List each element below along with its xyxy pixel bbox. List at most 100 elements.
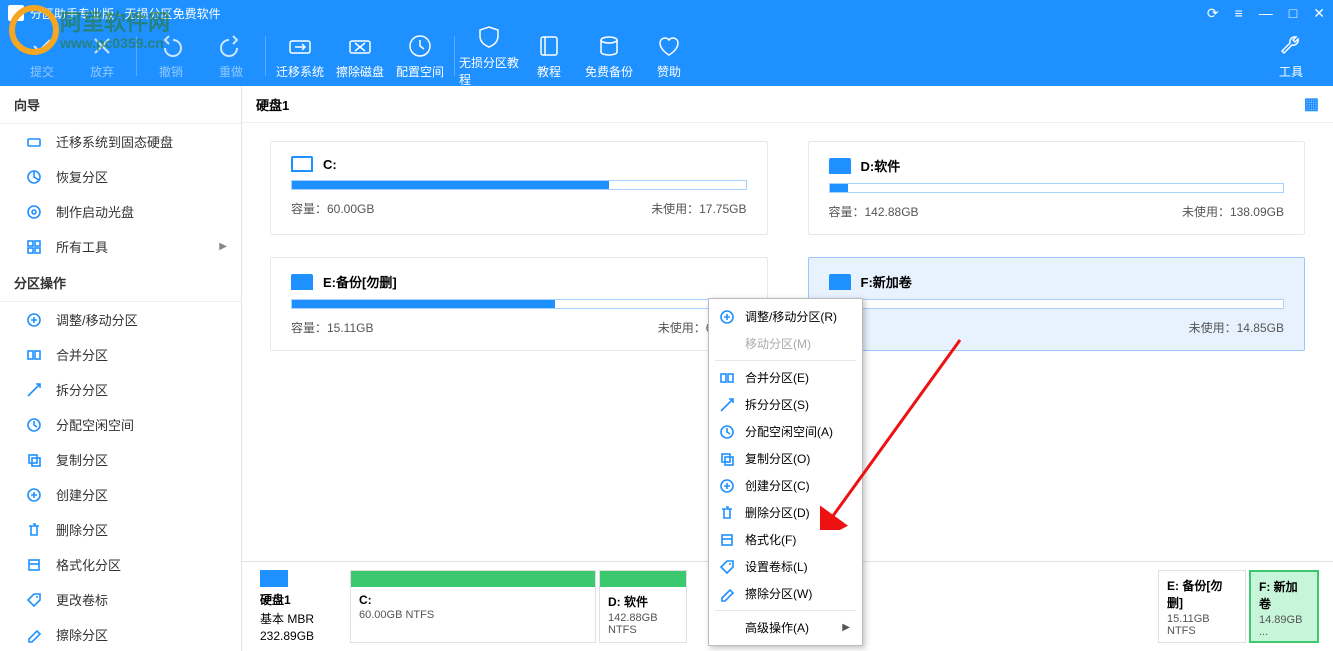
menu-item-1: 移动分区(M) [709, 330, 862, 357]
wipe-button[interactable]: 擦除磁盘 [330, 27, 390, 85]
partition-card-0[interactable]: C:容量：60.00GB未使用：17.75GB [270, 141, 768, 235]
tag-icon [26, 592, 42, 608]
tools-button[interactable]: 工具 [1261, 27, 1321, 85]
format-icon [26, 557, 42, 573]
partition-card-2[interactable]: E:备份[勿删]容量：15.11GB未使用：6.34GB [270, 257, 768, 351]
commit-button[interactable]: 提交 [12, 27, 72, 85]
erase-icon [26, 627, 42, 643]
bottom-disk-info: 硬盘1 基本 MBR 232.89GB [256, 570, 346, 643]
app-icon [8, 5, 24, 21]
discard-button[interactable]: 放弃 [72, 27, 132, 85]
menu-item-5[interactable]: 分配空闲空间(A) [709, 418, 862, 445]
window-title: 分区助手专业版 - 无损分区免费软件 [30, 5, 221, 22]
disk-icon [260, 570, 288, 587]
erase-icon [719, 586, 735, 602]
wrench-icon [1278, 33, 1304, 59]
tutorial-button[interactable]: 无损分区教程 [459, 27, 519, 85]
grid-icon [26, 239, 42, 255]
op-item-5[interactable]: 创建分区 [0, 477, 241, 512]
menu-item-10[interactable]: 设置卷标(L) [709, 553, 862, 580]
menu-item-0[interactable]: 调整/移动分区(R) [709, 303, 862, 330]
usage-bar [291, 180, 747, 190]
split-icon [719, 397, 735, 413]
check-icon [29, 33, 55, 59]
merge-icon [719, 370, 735, 386]
menu-item-13[interactable]: 高级操作(A)▶ [709, 614, 862, 641]
copy-icon [719, 451, 735, 467]
x-icon [89, 33, 115, 59]
undo-button[interactable]: 撤销 [141, 27, 201, 85]
menu-item-8[interactable]: 删除分区(D) [709, 499, 862, 526]
allocate-button[interactable]: 配置空间 [390, 27, 450, 85]
create-icon [719, 478, 735, 494]
wizard-item-1[interactable]: 恢复分区 [0, 159, 241, 194]
menu-icon[interactable]: ≡ [1235, 5, 1243, 22]
disc-icon [26, 204, 42, 220]
bottom-part-1[interactable]: D: 软件142.88GB NTFS [599, 570, 687, 643]
drive-icon [829, 274, 851, 290]
split-icon [26, 382, 42, 398]
op-item-8[interactable]: 更改卷标 [0, 582, 241, 617]
undo-icon [158, 33, 184, 59]
partition-card-3[interactable]: F:新加卷容量：未使用：14.85GB [808, 257, 1306, 351]
close-icon[interactable]: ✕ [1313, 5, 1325, 22]
trash-icon [26, 522, 42, 538]
heart-icon [656, 33, 682, 59]
bottom-part-2[interactable]: E: 备份[勿删]15.11GB NTFS [1158, 570, 1246, 643]
bottom-part-0[interactable]: C:60.00GB NTFS [350, 570, 596, 643]
menu-item-9[interactable]: 格式化(F) [709, 526, 862, 553]
usage-bar [829, 183, 1285, 193]
ssd-icon [26, 134, 42, 150]
blank-icon [719, 336, 735, 352]
usage-bar [291, 299, 747, 309]
titlebar: 分区助手专业版 - 无损分区免费软件 ⟳ ≡ — □ ✕ [0, 0, 1333, 26]
backup-button[interactable]: 免费备份 [579, 27, 639, 85]
wipe-icon [347, 33, 373, 59]
partition-card-1[interactable]: D:软件容量：142.88GB未使用：138.09GB [808, 141, 1306, 235]
wizard-item-0[interactable]: 迁移系统到固态硬盘 [0, 124, 241, 159]
database-icon [596, 33, 622, 59]
disk-label: 硬盘1 [256, 95, 289, 114]
menu-item-3[interactable]: 合并分区(E) [709, 364, 862, 391]
wizard-item-3[interactable]: 所有工具▶ [0, 229, 241, 264]
sponsor-button[interactable]: 赞助 [639, 27, 699, 85]
op-item-7[interactable]: 格式化分区 [0, 547, 241, 582]
minimize-icon[interactable]: — [1259, 5, 1273, 22]
op-item-2[interactable]: 拆分分区 [0, 372, 241, 407]
redo-button[interactable]: 重做 [201, 27, 261, 85]
bottom-part-3[interactable]: F: 新加卷14.89GB ... [1249, 570, 1319, 643]
pie-icon [26, 169, 42, 185]
ops-head: 分区操作 [0, 264, 241, 302]
maximize-icon[interactable]: □ [1289, 5, 1297, 22]
wizard-item-2[interactable]: 制作启动光盘 [0, 194, 241, 229]
op-item-6[interactable]: 删除分区 [0, 512, 241, 547]
menu-item-4[interactable]: 拆分分区(S) [709, 391, 862, 418]
copy-icon [26, 452, 42, 468]
refresh-icon[interactable]: ⟳ [1207, 5, 1219, 22]
redo-icon [218, 33, 244, 59]
toolbar: 提交 放弃 撤销 重做 迁移系统 擦除磁盘 配置空间 无损分区教程 教程 免费备… [0, 26, 1333, 86]
op-item-3[interactable]: 分配空闲空间 [0, 407, 241, 442]
chevron-right-icon: ▶ [219, 241, 227, 252]
menu-item-7[interactable]: 创建分区(C) [709, 472, 862, 499]
format-icon [719, 532, 735, 548]
clock-icon [407, 33, 433, 59]
wizard-head: 向导 [0, 86, 241, 124]
trash-icon [719, 505, 735, 521]
op-item-9[interactable]: 擦除分区 [0, 617, 241, 651]
op-item-4[interactable]: 复制分区 [0, 442, 241, 477]
book-icon [536, 33, 562, 59]
clock-icon [26, 417, 42, 433]
migrate-icon [287, 33, 313, 59]
view-switch-icon[interactable]: ▦ [1304, 94, 1319, 114]
context-menu: 调整/移动分区(R)移动分区(M) 合并分区(E)拆分分区(S)分配空闲空间(A)… [708, 298, 863, 646]
menu-item-11[interactable]: 擦除分区(W) [709, 580, 862, 607]
op-item-0[interactable]: 调整/移动分区 [0, 302, 241, 337]
merge-icon [26, 347, 42, 363]
op-item-1[interactable]: 合并分区 [0, 337, 241, 372]
help-button[interactable]: 教程 [519, 27, 579, 85]
menu-item-6[interactable]: 复制分区(O) [709, 445, 862, 472]
migrate-button[interactable]: 迁移系统 [270, 27, 330, 85]
tag-icon [719, 559, 735, 575]
create-icon [26, 487, 42, 503]
